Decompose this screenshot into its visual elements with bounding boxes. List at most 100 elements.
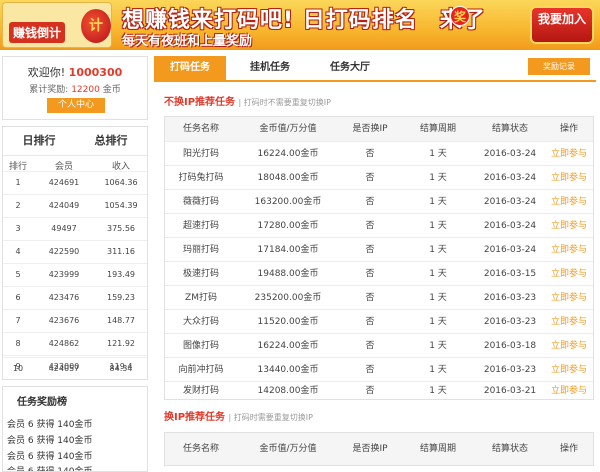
- section-subtitle: | 打码时需要重复切换IP: [228, 413, 313, 422]
- reward-amount: 12200: [71, 85, 100, 95]
- rank-member: 423676: [48, 316, 80, 325]
- join-now-link[interactable]: 立即参与: [545, 190, 593, 214]
- mascot-icon: 计: [81, 9, 111, 43]
- ranking-row: 7 423676 148.77: [3, 309, 147, 332]
- logo-text: 赚钱倒计: [9, 22, 66, 43]
- rank-member: 424691: [48, 178, 80, 187]
- rank-number: 2: [15, 201, 21, 210]
- tab-daily-rank[interactable]: 日排行: [3, 132, 75, 148]
- rank-number: 5: [15, 270, 21, 279]
- reward-list-panel: 任务奖励榜 会员 6 获得 140金币 会员 6 获得 140金币 会员 6 获…: [2, 386, 148, 472]
- task-name: 薇薇打码: [182, 197, 219, 207]
- task-name: 发财打码: [182, 386, 219, 396]
- change-ip: 否: [365, 269, 375, 279]
- tab-idle-task[interactable]: 挂机任务: [234, 56, 306, 80]
- table-header: 任务名称 金币值/万分值 是否换IP 结算周期 结算状态 操作: [165, 433, 593, 465]
- settle-status: 2016-03-23: [483, 293, 537, 303]
- task-name: 玛丽打码: [182, 245, 219, 255]
- section-change-ip-title: 换IP推荐任务 | 打码时需要重复切换IP: [164, 408, 313, 423]
- settle-status: 2016-03-23: [483, 365, 537, 375]
- coin-value: 13440.00金币: [257, 365, 319, 375]
- col-change-ip: 是否换IP: [352, 444, 388, 454]
- settle-status: 2016-03-15: [483, 269, 537, 279]
- join-now-link[interactable]: 立即参与: [545, 334, 593, 358]
- settle-status: 2016-03-24: [483, 221, 537, 231]
- welcome-text: 欢迎你! 1000300: [3, 64, 147, 80]
- settle-cycle: 1 天: [429, 293, 447, 303]
- join-button[interactable]: 我要加入: [530, 6, 594, 44]
- rank-number: 6: [15, 293, 21, 302]
- settle-cycle: 1 天: [429, 386, 447, 396]
- change-ip: 否: [365, 149, 375, 159]
- coin-value: 11520.00金币: [257, 317, 319, 327]
- settle-cycle: 1 天: [429, 269, 447, 279]
- coin-value: 235200.00金币: [254, 293, 322, 303]
- col-settle-status: 结算状态: [491, 444, 528, 454]
- section-subtitle: | 打码时不需要重复切换IP: [238, 98, 331, 107]
- coin-value: 17280.00金币: [257, 221, 319, 231]
- join-now-link[interactable]: 立即参与: [545, 310, 593, 334]
- reward-list-item: 会员 6 获得 140金币: [7, 420, 93, 430]
- join-now-link[interactable]: 立即参与: [545, 142, 593, 166]
- reward-list-item: 会员 6 获得 140金币: [7, 467, 93, 472]
- col-change-ip: 是否换IP: [352, 124, 388, 134]
- rank-income: 121.92: [107, 339, 135, 348]
- join-now-link[interactable]: 立即参与: [545, 382, 593, 400]
- rank-member: 423999: [48, 270, 80, 279]
- coin-value: 19488.00金币: [257, 269, 319, 279]
- settle-status: 2016-03-23: [483, 317, 537, 327]
- settle-status: 2016-03-24: [483, 173, 537, 183]
- reward-unit: 金币: [102, 85, 121, 95]
- change-ip: 否: [365, 221, 375, 231]
- change-ip: 否: [365, 245, 375, 255]
- table-row: 玛丽打码 17184.00金币 否 1 天 2016-03-24 立即参与: [165, 237, 593, 261]
- table-row: 薇薇打码 163200.00金币 否 1 天 2016-03-24 立即参与: [165, 189, 593, 213]
- rank-income: 148.77: [107, 316, 135, 325]
- tab-total-rank[interactable]: 总排行: [75, 132, 147, 148]
- settle-cycle: 1 天: [429, 149, 447, 159]
- reward-list-title: 任务奖励榜: [17, 397, 67, 408]
- table-row: 图像打码 16224.00金币 否 1 天 2016-03-18 立即参与: [165, 333, 593, 357]
- change-ip: 否: [365, 365, 375, 375]
- personal-center-button[interactable]: 个人中心: [47, 98, 105, 113]
- tab-task-hall[interactable]: 任务大厅: [314, 56, 386, 80]
- col-settle-cycle: 结算周期: [419, 444, 456, 454]
- join-now-link[interactable]: 立即参与: [545, 214, 593, 238]
- col-task-name: 任务名称: [182, 124, 219, 134]
- prize-icon: 奖: [450, 6, 470, 26]
- banner-subslogan: 每天有夜班和上量奖励: [122, 34, 253, 49]
- join-now-link[interactable]: 立即参与: [545, 262, 593, 286]
- reward-record-button[interactable]: 奖励记录: [528, 58, 590, 75]
- user-panel: 欢迎你! 1000300 累计奖励: 12200 金币 个人中心: [2, 56, 148, 120]
- join-now-link[interactable]: 立即参与: [545, 286, 593, 310]
- change-ip: 否: [365, 173, 375, 183]
- col-settle-cycle: 结算周期: [419, 124, 456, 134]
- user-id: 1000300: [68, 66, 123, 79]
- site-logo[interactable]: 赚钱倒计 计: [2, 2, 112, 48]
- no-ip-task-table: 任务名称 金币值/万分值 是否换IP 结算周期 结算状态 操作 阳光打码 1622…: [164, 116, 594, 400]
- join-now-link[interactable]: 立即参与: [545, 238, 593, 262]
- task-name: 阳光打码: [182, 149, 219, 159]
- ranking-row: 2 424049 1054.39: [3, 194, 147, 217]
- join-now-link[interactable]: 立即参与: [545, 358, 593, 382]
- settle-status: 2016-03-24: [483, 245, 537, 255]
- table-header: 任务名称 金币值/万分值 是否换IP 结算周期 结算状态 操作: [165, 117, 593, 141]
- ranking-row: 3 49497 375.56: [3, 217, 147, 240]
- table-row: 阳光打码 16224.00金币 否 1 天 2016-03-24 立即参与: [165, 141, 593, 165]
- settle-cycle: 1 天: [429, 221, 447, 231]
- coin-value: 16224.00金币: [257, 341, 319, 351]
- settle-status: 2016-03-18: [483, 341, 537, 351]
- rank-member: 49497: [51, 224, 77, 233]
- section-title-text: 不换IP推荐任务: [164, 97, 236, 108]
- table-row: 超速打码 17280.00金币 否 1 天 2016-03-24 立即参与: [165, 213, 593, 237]
- settle-cycle: 1 天: [429, 341, 447, 351]
- task-name: 超速打码: [182, 221, 219, 231]
- ranking-row: 1 424691 1064.36: [3, 171, 147, 194]
- col-coin-value: 金币值/万分值: [259, 444, 317, 454]
- tab-typing-task[interactable]: 打码任务: [154, 56, 226, 80]
- rank-member: 424862: [48, 339, 80, 348]
- change-ip: 否: [365, 197, 375, 207]
- table-row: 发财打码 14208.00金币 否 1 天 2016-03-21 立即参与: [165, 381, 593, 399]
- join-now-link[interactable]: 立即参与: [545, 166, 593, 190]
- col-action: 操作: [559, 444, 578, 454]
